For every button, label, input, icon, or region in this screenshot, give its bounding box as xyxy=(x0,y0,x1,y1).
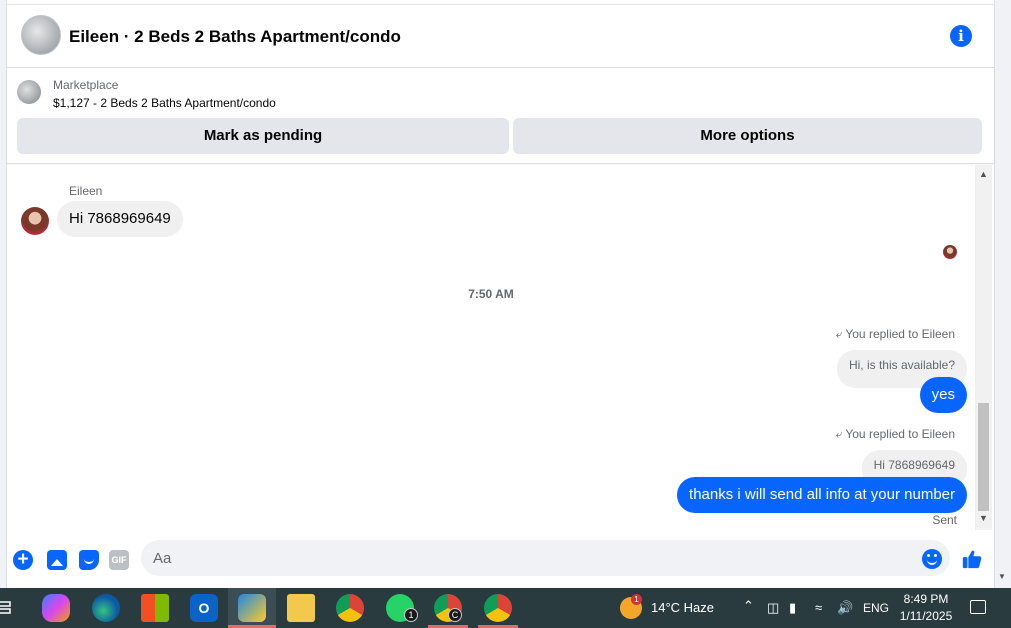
reply-icon: ⤶ xyxy=(835,327,843,341)
message-status: Sent xyxy=(932,513,957,527)
clock-date: 1/11/2025 xyxy=(899,609,953,623)
chevron-up-icon[interactable]: ⌃ xyxy=(743,598,754,614)
image-icon[interactable] xyxy=(47,550,67,570)
mark-as-pending-button[interactable]: Mark as pending xyxy=(17,118,509,154)
store-icon[interactable] xyxy=(141,594,169,622)
listing-avatar[interactable] xyxy=(21,15,61,55)
edge-icon[interactable] xyxy=(92,594,120,622)
listing-kind: Marketplace xyxy=(53,78,119,92)
message-composer: + GIF xyxy=(7,530,994,588)
reply-icon: ⤶ xyxy=(835,427,843,441)
outlook-icon[interactable]: O xyxy=(190,594,218,622)
messenger-window: Eileen · 2 Beds 2 Baths Apartment/condo … xyxy=(0,0,1011,588)
copilot-icon[interactable] xyxy=(42,594,70,622)
plus-icon[interactable]: + xyxy=(13,550,33,570)
chrome-icon[interactable] xyxy=(336,594,364,622)
camera-icon[interactable]: ◫ xyxy=(767,600,779,616)
sticker-icon[interactable] xyxy=(79,550,99,570)
sender-name: Eileen xyxy=(69,184,103,198)
gif-icon[interactable]: GIF xyxy=(109,550,129,570)
notification-icon[interactable] xyxy=(970,600,986,614)
windows-taskbar: O 1 C 1 14°C Haze ⌃ ◫ ▮ ≈ 🔊 ENG 8:49 PM … xyxy=(0,588,1011,628)
listing-thumbnail[interactable] xyxy=(17,80,41,104)
weather-badge: 1 xyxy=(631,594,642,605)
scroll-down-arrow-icon[interactable]: ▼ xyxy=(979,513,988,523)
task-view-icon[interactable] xyxy=(0,600,12,616)
more-options-button[interactable]: More options xyxy=(513,118,982,154)
weather-text[interactable]: 14°C Haze xyxy=(651,600,714,615)
listing-name[interactable]: $1,127 - 2 Beds 2 Baths Apartment/condo xyxy=(53,96,276,110)
page-scroll-down-arrow-icon[interactable]: ▼ xyxy=(998,572,1006,581)
message-input[interactable] xyxy=(141,540,950,576)
scroll-thumb[interactable] xyxy=(978,403,989,511)
wifi-icon[interactable]: ≈ xyxy=(815,600,822,615)
message-timestamp: 7:50 AM xyxy=(468,287,514,301)
reply-note-text: You replied to Eileen xyxy=(845,327,955,341)
contact-avatar[interactable] xyxy=(21,207,49,235)
volume-icon[interactable]: 🔊 xyxy=(837,600,853,616)
reply-note: ⤶ You replied to Eileen xyxy=(836,427,955,442)
outgoing-message[interactable]: yes xyxy=(919,377,967,413)
info-icon[interactable]: i xyxy=(950,25,972,47)
whatsapp-notification-badge: 1 xyxy=(404,608,418,622)
seen-indicator-avatar xyxy=(943,245,957,259)
clock-time: 8:49 PM xyxy=(903,592,949,606)
reply-note: ⤶ You replied to Eileen xyxy=(836,327,955,342)
incoming-message[interactable]: Hi 7868969649 xyxy=(57,201,183,237)
outgoing-message[interactable]: thanks i will send all info at your numb… xyxy=(677,477,967,513)
thread-scrollbar[interactable]: ▲ ▼ xyxy=(975,165,992,530)
conversation-title[interactable]: Eileen · 2 Beds 2 Baths Apartment/condo xyxy=(69,27,401,47)
reply-note-text: You replied to Eileen xyxy=(845,427,955,441)
thumbs-up-icon[interactable] xyxy=(961,548,983,570)
chrome-profile-2-icon[interactable] xyxy=(484,594,512,622)
scroll-up-arrow-icon[interactable]: ▲ xyxy=(979,169,988,179)
chrome-profile-badge: C xyxy=(448,608,462,622)
right-panel-edge xyxy=(994,0,1011,588)
pinned-app-icon[interactable] xyxy=(238,594,266,622)
emoji-icon[interactable] xyxy=(922,549,942,569)
message-thread[interactable]: Eileen Hi 7868969649 7:50 AM ⤶ You replie… xyxy=(7,165,975,530)
clock[interactable]: 8:49 PM 1/11/2025 xyxy=(886,591,966,625)
file-explorer-icon[interactable] xyxy=(287,594,315,622)
chat-header: Eileen · 2 Beds 2 Baths Apartment/condo … xyxy=(7,4,994,68)
battery-icon[interactable]: ▮ xyxy=(789,600,796,616)
marketplace-listing-card: Marketplace $1,127 - 2 Beds 2 Baths Apar… xyxy=(7,68,994,164)
left-panel-edge xyxy=(0,0,7,588)
